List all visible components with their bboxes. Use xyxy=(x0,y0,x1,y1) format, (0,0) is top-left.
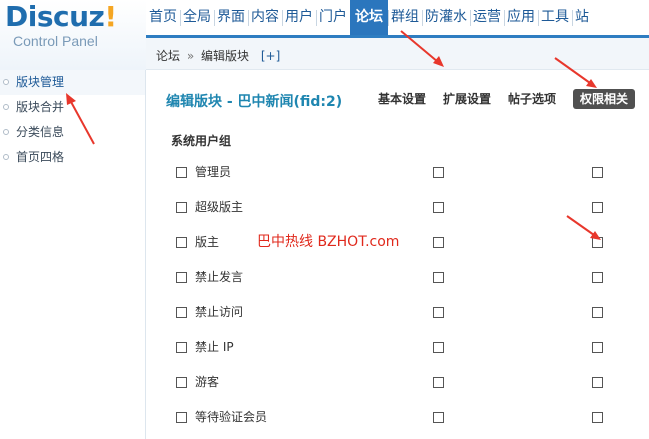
permission-table: 管理员超级版主版主禁止发言禁止访问禁止 IP 游客等待验证会员 xyxy=(146,155,649,435)
main-content: 编辑版块 - 巴中新闻(fid:2) 基本设置 扩展设置 帖子选项 权限相关 系统用户… xyxy=(146,71,649,439)
nav-item-4[interactable]: 用户 xyxy=(282,0,316,35)
sidebar-item-label: 版块合并 xyxy=(16,100,65,114)
permission-checkbox[interactable] xyxy=(433,237,444,248)
breadcrumb-add-button[interactable]: [+] xyxy=(261,49,280,63)
tab-2[interactable]: 帖子选项 xyxy=(508,89,556,109)
nav-item-1[interactable]: 全局 xyxy=(180,0,214,35)
group-heading: 系统用户组 xyxy=(171,134,232,148)
usergroup-label: 游客 xyxy=(195,375,220,389)
top-nav: 首页 全局 界面 内容 用户 门户 论坛 群组 防灌水 运营 应用 工具站 xyxy=(146,0,649,38)
nav-item-6[interactable]: 论坛 xyxy=(350,0,388,35)
permission-checkbox[interactable] xyxy=(592,377,603,388)
permission-checkbox[interactable] xyxy=(592,307,603,318)
usergroup-label: 禁止发言 xyxy=(195,270,244,284)
permission-row: 超级版主 xyxy=(146,190,649,225)
usergroup-label: 等待验证会员 xyxy=(195,410,268,424)
permission-checkbox[interactable] xyxy=(433,202,444,213)
permission-checkbox[interactable] xyxy=(433,377,444,388)
permission-row: 禁止 IP xyxy=(146,330,649,365)
permission-checkbox[interactable] xyxy=(592,342,603,353)
permission-checkbox[interactable] xyxy=(433,342,444,353)
permission-checkbox[interactable] xyxy=(433,272,444,283)
permission-checkbox[interactable] xyxy=(433,167,444,178)
bullet-icon xyxy=(3,154,9,160)
row-select-checkbox[interactable] xyxy=(176,307,187,318)
nav-item-7[interactable]: 群组 xyxy=(388,0,422,35)
sidebar-item-label: 版块管理 xyxy=(16,75,65,89)
tab-0[interactable]: 基本设置 xyxy=(378,89,426,109)
sidebar-item-label: 首页四格 xyxy=(16,150,65,164)
usergroup-label: 管理员 xyxy=(195,165,232,179)
row-select-checkbox[interactable] xyxy=(176,342,187,353)
watermark-text: 巴中热线 BZHOT.com xyxy=(257,234,400,250)
breadcrumb-separator: » xyxy=(186,49,195,63)
permission-checkbox[interactable] xyxy=(592,237,603,248)
permission-row: 等待验证会员 xyxy=(146,400,649,435)
nav-item-0[interactable]: 首页 xyxy=(146,0,180,35)
sidebar-item-3[interactable]: 首页四格 xyxy=(0,145,145,170)
permission-checkbox[interactable] xyxy=(592,412,603,423)
nav-item-9[interactable]: 运营 xyxy=(470,0,504,35)
nav-item-3[interactable]: 内容 xyxy=(248,0,282,35)
breadcrumb-current: 编辑版块 xyxy=(201,49,250,63)
sidebar-item-0[interactable]: 版块管理 xyxy=(0,70,145,95)
top-header: Discuz! Control Panel 首页 全局 界面 内容 用户 门户 论坛 群组 防灌… xyxy=(0,0,649,70)
tab-1[interactable]: 扩展设置 xyxy=(443,89,491,109)
nav-item-12[interactable]: 站 xyxy=(572,0,592,35)
nav-item-8[interactable]: 防灌水 xyxy=(422,0,470,35)
permission-checkbox[interactable] xyxy=(592,202,603,213)
row-select-checkbox[interactable] xyxy=(176,202,187,213)
sidebar-item-1[interactable]: 版块合并 xyxy=(0,95,145,120)
bullet-icon xyxy=(3,104,9,110)
breadcrumb-root[interactable]: 论坛 xyxy=(156,49,180,63)
permission-row: 管理员 xyxy=(146,155,649,190)
discuz-logo[interactable]: Discuz! Control Panel xyxy=(0,0,146,70)
logo-subtitle: Control Panel xyxy=(13,33,98,49)
usergroup-label: 禁止访问 xyxy=(195,305,244,319)
usergroup-label: 版主 xyxy=(195,235,220,249)
permission-checkbox[interactable] xyxy=(433,307,444,318)
permission-checkbox[interactable] xyxy=(592,167,603,178)
settings-tabs: 基本设置 扩展设置 帖子选项 权限相关 xyxy=(378,89,636,109)
nav-item-5[interactable]: 门户 xyxy=(316,0,350,35)
row-select-checkbox[interactable] xyxy=(176,412,187,423)
usergroup-label: 超级版主 xyxy=(195,200,244,214)
logo-wordmark: Discuz! xyxy=(5,0,117,33)
bullet-icon xyxy=(3,79,9,85)
permission-checkbox[interactable] xyxy=(592,272,603,283)
row-select-checkbox[interactable] xyxy=(176,167,187,178)
sidebar-item-2[interactable]: 分类信息 xyxy=(0,120,145,145)
usergroup-label: 禁止 IP xyxy=(195,340,234,354)
tab-3[interactable]: 权限相关 xyxy=(573,89,636,109)
permission-row: 禁止访问 xyxy=(146,295,649,330)
permission-checkbox[interactable] xyxy=(433,412,444,423)
permission-row: 游客 xyxy=(146,365,649,400)
row-select-checkbox[interactable] xyxy=(176,237,187,248)
breadcrumb: 论坛 » 编辑版块 [+] xyxy=(146,38,649,70)
left-sidebar: 版块管理版块合并分类信息首页四格 xyxy=(0,70,146,439)
nav-item-2[interactable]: 界面 xyxy=(214,0,248,35)
nav-item-10[interactable]: 应用 xyxy=(504,0,538,35)
row-select-checkbox[interactable] xyxy=(176,377,187,388)
permission-row: 禁止发言 xyxy=(146,260,649,295)
page-title: 编辑版块 - 巴中新闻(fid:2) xyxy=(166,94,343,110)
sidebar-item-label: 分类信息 xyxy=(16,125,65,139)
nav-item-11[interactable]: 工具 xyxy=(538,0,572,35)
bullet-icon xyxy=(3,129,9,135)
row-select-checkbox[interactable] xyxy=(176,272,187,283)
